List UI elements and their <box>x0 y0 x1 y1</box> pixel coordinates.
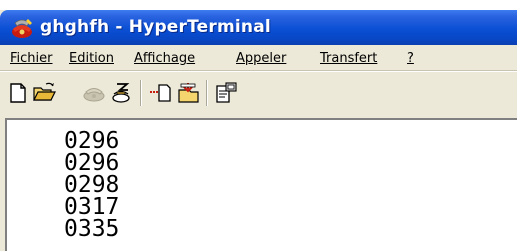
menu-help[interactable]: ? <box>407 51 414 66</box>
menu-appeler[interactable]: Appeler <box>236 51 286 66</box>
toolbar-separator <box>206 80 208 106</box>
title-bar[interactable]: ghghfh - HyperTerminal <box>0 10 517 45</box>
menu-affichage[interactable]: Affichage <box>134 51 195 66</box>
menu-edition-label: Edition <box>69 51 114 66</box>
call-icon[interactable] <box>82 81 106 105</box>
receive-icon[interactable] <box>176 81 200 105</box>
properties-icon[interactable] <box>214 81 238 105</box>
menu-affichage-label: Affichage <box>134 51 196 66</box>
menu-fichier[interactable]: Fichier <box>10 51 53 66</box>
menu-fichier-label: Fichier <box>10 51 53 66</box>
menu-bar: Fichier Edition Affichage Appeler Transf… <box>0 45 517 71</box>
disconnect-icon[interactable] <box>110 81 134 105</box>
terminal-output[interactable]: 0296 0296 0298 0317 0335 <box>5 118 517 251</box>
hyperterminal-window: ghghfh - HyperTerminal Fichier Edition A… <box>0 0 517 251</box>
menu-appeler-label: Appeler <box>236 51 287 66</box>
menu-transfert[interactable]: Transfert <box>320 51 377 66</box>
menu-transfert-label: Transfert <box>320 51 378 66</box>
menu-help-label: ? <box>407 51 414 66</box>
toolbar <box>0 71 517 117</box>
window-title: ghghfh - HyperTerminal <box>40 17 271 37</box>
open-folder-icon[interactable] <box>32 81 56 105</box>
send-icon[interactable] <box>148 81 172 105</box>
new-connection-icon[interactable] <box>6 81 30 105</box>
toolbar-separator <box>140 80 142 106</box>
menu-edition[interactable]: Edition <box>69 51 114 66</box>
hyperterminal-phone-icon[interactable] <box>10 17 34 39</box>
desktop-strip <box>0 0 517 10</box>
terminal-line: 0335 <box>64 216 120 242</box>
